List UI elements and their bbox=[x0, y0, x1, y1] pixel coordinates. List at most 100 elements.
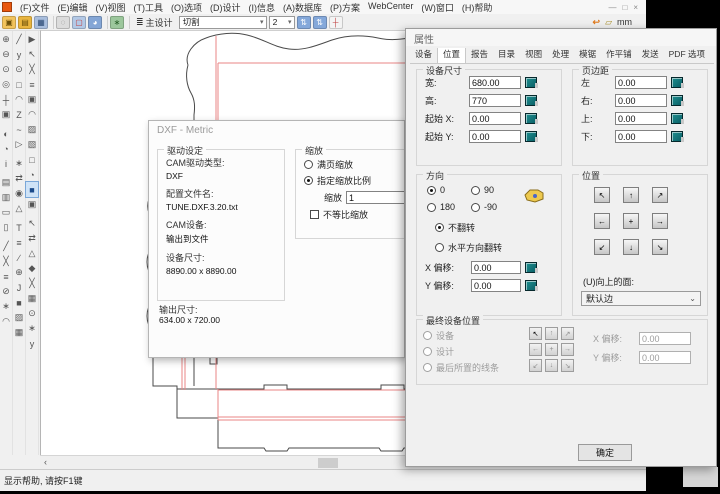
tool-icon[interactable]: ≡ bbox=[0, 269, 12, 284]
tool-icon[interactable]: ╱ bbox=[13, 32, 25, 47]
offset-input[interactable]: 0.00 bbox=[471, 279, 521, 292]
toolbar-icon[interactable]: ▦ bbox=[34, 16, 48, 29]
master-design-button[interactable]: ≣ 主设计 bbox=[132, 16, 177, 29]
close-button[interactable]: × bbox=[633, 3, 638, 12]
tab[interactable]: 目录 bbox=[493, 48, 520, 63]
menu-item[interactable]: (E)编辑 bbox=[54, 1, 92, 14]
tool-icon[interactable]: △ bbox=[13, 201, 25, 216]
track-button-icon[interactable] bbox=[525, 113, 537, 124]
menu-item[interactable]: (T)工具 bbox=[130, 1, 168, 14]
toolbar-icon[interactable]: ◕ bbox=[88, 16, 102, 29]
minimize-button[interactable]: — bbox=[608, 3, 616, 12]
rotation-radio[interactable]: 180 bbox=[427, 202, 471, 212]
tab[interactable]: 作平铺 bbox=[601, 48, 637, 63]
tab[interactable]: 处理 bbox=[547, 48, 574, 63]
rotation-radio[interactable]: 0 bbox=[427, 185, 471, 195]
toolbar-icon[interactable]: ┼ bbox=[329, 16, 343, 29]
tool-icon[interactable]: ▭ bbox=[0, 205, 12, 220]
position-grid-button[interactable]: → bbox=[652, 213, 668, 229]
position-grid-button[interactable]: ↗ bbox=[652, 187, 668, 203]
tool-icon[interactable]: □ bbox=[26, 152, 38, 167]
track-button-icon[interactable] bbox=[525, 131, 537, 142]
position-grid-button[interactable]: ↘ bbox=[652, 239, 668, 255]
toolbar-icon[interactable] bbox=[50, 16, 54, 29]
tool-icon[interactable]: ⊙ bbox=[13, 62, 25, 77]
tool-icon[interactable]: ~ bbox=[13, 122, 25, 137]
tool-icon[interactable]: ▶ bbox=[26, 32, 38, 47]
position-grid-button[interactable]: ↙ bbox=[594, 239, 610, 255]
track-button-icon[interactable] bbox=[671, 131, 683, 142]
tool-icon[interactable]: ≡ bbox=[13, 235, 25, 250]
tool-icon[interactable]: △ bbox=[26, 246, 38, 261]
scale-factor-input[interactable]: 1 bbox=[346, 191, 405, 204]
scale-option-radio[interactable]: 指定缩放比例 bbox=[304, 174, 405, 187]
tool-icon[interactable]: ⊙ bbox=[0, 62, 12, 77]
non-uniform-scale-checkbox[interactable]: 不等比缩放 bbox=[310, 208, 405, 221]
menu-item[interactable]: (I)信息 bbox=[245, 1, 280, 14]
track-button-icon[interactable] bbox=[525, 262, 537, 273]
tool-icon[interactable]: i bbox=[0, 156, 12, 171]
tab[interactable]: 位置 bbox=[437, 48, 466, 64]
up-face-select[interactable]: 默认边 ⌄ bbox=[581, 291, 701, 306]
tool-icon[interactable]: ∗ bbox=[26, 321, 38, 336]
menu-item[interactable]: (V)视图 bbox=[92, 1, 130, 14]
tool-icon[interactable]: ╱ bbox=[0, 239, 12, 254]
value-input[interactable]: 0.00 bbox=[615, 112, 667, 125]
tool-icon[interactable]: ▯ bbox=[0, 220, 12, 235]
tool-icon[interactable]: ∗ bbox=[13, 156, 25, 171]
menu-item[interactable]: (F)文件 bbox=[16, 1, 54, 14]
menu-item[interactable]: (P)方案 bbox=[326, 1, 364, 14]
tool-icon[interactable]: ▣ bbox=[0, 107, 12, 122]
folder-icon[interactable]: ▱ bbox=[605, 17, 612, 28]
value-input[interactable]: 0.00 bbox=[615, 76, 667, 89]
tab[interactable]: 发送 bbox=[637, 48, 664, 63]
tool-icon[interactable]: ⊘ bbox=[0, 284, 12, 299]
tool-icon[interactable]: ◔ bbox=[26, 167, 38, 182]
tool-icon[interactable]: ▨ bbox=[26, 122, 38, 137]
position-grid-button[interactable]: ↑ bbox=[623, 187, 639, 203]
tool-icon[interactable]: ◎ bbox=[0, 77, 12, 92]
scale-option-radio[interactable]: 满页缩放 bbox=[304, 158, 405, 171]
tool-icon[interactable]: y bbox=[13, 47, 25, 62]
tab[interactable]: 报告 bbox=[466, 48, 493, 63]
tool-icon[interactable]: J bbox=[13, 280, 25, 295]
tool-icon[interactable]: ≡ bbox=[26, 77, 38, 92]
tool-icon[interactable]: ◠ bbox=[26, 107, 38, 122]
track-button-icon[interactable] bbox=[525, 77, 537, 88]
toolbar-icon[interactable]: ⇅ bbox=[313, 16, 327, 29]
tool-icon[interactable]: ⇄ bbox=[26, 231, 38, 246]
value-input[interactable]: 680.00 bbox=[469, 76, 521, 89]
rotation-radio[interactable]: 90 bbox=[471, 185, 515, 195]
position-grid-button[interactable]: ← bbox=[594, 213, 610, 229]
track-button-icon[interactable] bbox=[525, 95, 537, 106]
track-button-icon[interactable] bbox=[671, 77, 683, 88]
undo-icon[interactable]: ↩ bbox=[593, 17, 601, 28]
tool-icon[interactable]: ∕ bbox=[13, 250, 25, 265]
tool-icon[interactable]: ▤ bbox=[0, 175, 12, 190]
menu-item[interactable]: (A)数据库 bbox=[279, 1, 326, 14]
menu-item[interactable]: WebCenter bbox=[364, 1, 417, 14]
toolbar-icon[interactable] bbox=[126, 16, 130, 29]
tool-icon[interactable]: ▦ bbox=[13, 325, 25, 340]
tool-icon[interactable]: ▦ bbox=[26, 291, 38, 306]
position-grid-button[interactable]: ↓ bbox=[623, 239, 639, 255]
flip-radio[interactable]: 水平方向翻转 bbox=[435, 241, 561, 254]
tool-icon[interactable]: T bbox=[13, 220, 25, 235]
toolbar-icon[interactable]: ▤ bbox=[18, 16, 32, 29]
menu-item[interactable]: (W)窗口 bbox=[417, 1, 458, 14]
tool-icon[interactable]: ╳ bbox=[0, 254, 12, 269]
tool-icon[interactable]: ■ bbox=[13, 295, 25, 310]
tool-icon[interactable]: ▥ bbox=[0, 190, 12, 205]
tool-icon[interactable]: ∗ bbox=[0, 299, 12, 314]
menu-item[interactable]: (O)选项 bbox=[167, 1, 206, 14]
toolbar-icon[interactable]: ▢ bbox=[72, 16, 86, 29]
tab[interactable]: 模锯 bbox=[574, 48, 601, 63]
tool-icon[interactable]: ◐ bbox=[0, 126, 12, 141]
tab[interactable]: 视图 bbox=[520, 48, 547, 63]
restore-button[interactable]: □ bbox=[622, 3, 627, 12]
tool-icon[interactable]: ◠ bbox=[0, 314, 12, 329]
tool-icon[interactable]: ◠ bbox=[13, 92, 25, 107]
tool-icon[interactable]: ◆ bbox=[26, 261, 38, 276]
tool-icon[interactable]: ⊖ bbox=[0, 47, 12, 62]
tool-icon[interactable]: ╳ bbox=[26, 62, 38, 77]
